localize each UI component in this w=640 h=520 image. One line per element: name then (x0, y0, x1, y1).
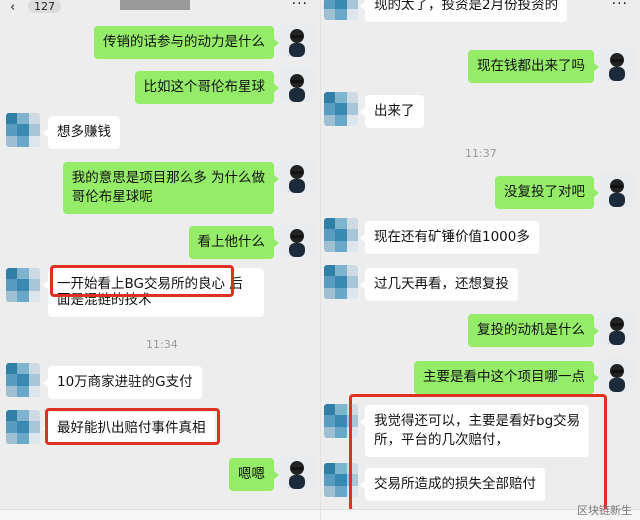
highlight-box (45, 408, 220, 445)
message-bubble[interactable]: 嗯嗯 (229, 458, 279, 491)
chat-pane-left: ‹ 127 ··· 传销的话参与的动力是什么 比如这个哥伦布星球 想多赚钱 我的… (0, 0, 320, 520)
message-text: 看上他什么 (197, 234, 266, 250)
avatar[interactable] (600, 173, 634, 207)
message-text: 现在钱都出来了吗 (477, 58, 585, 74)
chevron-left-icon[interactable]: ‹ (10, 0, 15, 15)
avatar-man-icon (280, 23, 314, 57)
highlight-box (50, 265, 234, 297)
message-text: 嗯嗯 (238, 466, 265, 482)
message-text: 想多赚钱 (57, 124, 111, 140)
message-bubble[interactable]: 我的意思是项目那么多 为什么做 哥伦布星球呢 (62, 162, 280, 214)
chat-header: ‹ 127 ··· (0, 0, 320, 15)
message-text: 现在还有矿锤价值1000多 (374, 229, 530, 245)
message-text: 过几天再看，还想复投 (374, 276, 509, 292)
avatar[interactable] (600, 311, 634, 345)
ellipsis-icon[interactable]: ··· (612, 0, 628, 12)
message-text: 10万商家进驻的G支付 (57, 374, 193, 390)
avatar-man-icon (280, 68, 314, 102)
message-text: 哥伦布星球呢 (71, 189, 153, 205)
avatar[interactable] (280, 455, 314, 489)
avatar-man-icon (280, 159, 314, 193)
avatar[interactable] (6, 363, 40, 397)
message-text: 出来了 (374, 103, 415, 119)
avatar-man-icon (600, 358, 634, 392)
message-bubble[interactable]: 比如这个哥伦布星球 (134, 71, 279, 104)
avatar[interactable] (600, 358, 634, 392)
avatar[interactable] (280, 23, 314, 57)
message-text: 我的意思是项目那么多 为什么做 (71, 170, 265, 186)
contact-name-redacted (120, 0, 190, 10)
message-bubble[interactable]: 10万商家进驻的G支付 (43, 366, 202, 399)
avatar-man-icon (600, 173, 634, 207)
message-bubble[interactable]: 现在钱都出来了吗 (468, 50, 599, 83)
ellipsis-icon[interactable]: ··· (292, 0, 308, 12)
message-bubble[interactable]: 没复投了对吧 (495, 176, 599, 209)
unread-badge: 127 (28, 0, 61, 13)
message-text: 比如这个哥伦布星球 (143, 79, 266, 95)
avatar[interactable] (280, 68, 314, 102)
message-bubble[interactable]: 看上他什么 (188, 226, 279, 259)
message-bubble[interactable]: 想多赚钱 (43, 116, 120, 149)
message-text: 现的太了，投资是2月份投资的 (374, 0, 559, 13)
message-bubble[interactable]: 主要是看中这个项目哪一点 (414, 361, 599, 394)
message-text: 没复投了对吧 (504, 184, 585, 200)
input-bar[interactable] (0, 509, 320, 520)
avatar[interactable] (600, 47, 634, 81)
message-bubble[interactable]: 现的太了，投资是2月份投资的 (359, 0, 568, 22)
avatar[interactable] (6, 410, 40, 444)
avatar[interactable] (324, 92, 358, 126)
avatar[interactable] (6, 268, 40, 302)
message-text: 主要是看中这个项目哪一点 (423, 369, 585, 385)
message-bubble[interactable]: 过几天再看，还想复投 (360, 268, 518, 301)
message-bubble[interactable]: 出来了 (360, 95, 424, 128)
highlight-box (349, 394, 607, 512)
avatar-man-icon (280, 455, 314, 489)
watermark: 区块链新生 (577, 504, 632, 517)
timestamp: 11:34 (146, 338, 178, 351)
timestamp: 11:37 (465, 147, 497, 160)
avatar[interactable] (324, 265, 358, 299)
message-text: 传销的话参与的动力是什么 (103, 34, 265, 50)
avatar[interactable] (324, 218, 358, 252)
avatar-man-icon (600, 47, 634, 81)
avatar[interactable] (280, 223, 314, 257)
message-bubble[interactable]: 现在还有矿锤价值1000多 (360, 221, 539, 254)
message-bubble[interactable]: 传销的话参与的动力是什么 (94, 26, 279, 59)
avatar[interactable] (280, 159, 314, 193)
avatar[interactable] (324, 0, 358, 20)
message-text: 复投的动机是什么 (477, 322, 585, 338)
message-bubble[interactable]: 复投的动机是什么 (468, 314, 599, 347)
avatar-man-icon (280, 223, 314, 257)
avatar-man-icon (600, 311, 634, 345)
chat-pane-right: 7 ··· 现的太了，投资是2月份投资的 现在钱都出来了吗 出来了 11:37 … (320, 0, 640, 520)
avatar[interactable] (6, 113, 40, 147)
